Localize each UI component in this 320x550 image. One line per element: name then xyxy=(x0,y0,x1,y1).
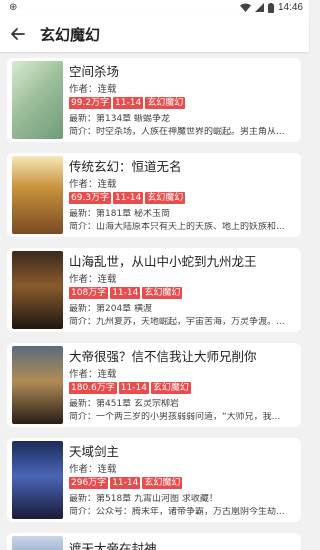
book-card[interactable]: 天域剑主 作者：连载 296万字 11-14 玄幻魔幻 最新：第518章 九霄山… xyxy=(7,438,301,522)
book-summary: 简介：时空杀场，人族在神魔世界的崛起。男主角从... xyxy=(69,127,285,137)
book-title: 传统玄幻：恒道无名 xyxy=(69,159,182,174)
book-summary: 简介：九州复苏，天地崛起，宇宙苦海，万灵争渡。... xyxy=(69,317,285,327)
genre-tag: 玄幻魔幻 xyxy=(150,382,191,394)
book-card[interactable]: 大帝很强？信不信我让大师兄削你 作者：连载 180.6万字 11-14 玄幻魔幻… xyxy=(7,343,301,427)
latest-chapter: 最新：第181章 秘术玉简 xyxy=(69,209,171,219)
clock: 14:46 xyxy=(277,2,303,13)
genre-tag: 玄幻魔幻 xyxy=(142,477,183,489)
word-count-tag: 180.6万字 xyxy=(69,382,117,394)
latest-chapter: 最新：第518章 九霄山河图 求收藏！ xyxy=(69,494,218,504)
book-author: 作者：连载 xyxy=(69,464,117,475)
back-arrow-icon[interactable] xyxy=(8,24,28,44)
book-cover xyxy=(12,61,63,139)
book-card-partial[interactable]: 遮天大帝在封神 xyxy=(7,533,301,550)
book-cover xyxy=(12,156,63,234)
book-title: 空间杀场 xyxy=(69,64,120,79)
book-author: 作者：连载 xyxy=(69,274,117,285)
date-tag: 11-14 xyxy=(113,97,144,109)
word-count-tag: 108万字 xyxy=(69,287,109,299)
notification-icon: ⊕ xyxy=(9,2,18,13)
date-tag: 11-14 xyxy=(110,287,141,299)
signal-icon xyxy=(254,3,264,12)
word-count-tag: 69.3万字 xyxy=(69,192,112,204)
status-bar: ⊕ 14:46 xyxy=(0,0,309,16)
book-author: 作者：连载 xyxy=(69,84,117,95)
book-cover xyxy=(12,536,63,550)
book-summary: 简介：一个两三岁的小男孩弱弱问道，“大师兄，我... xyxy=(69,412,281,422)
latest-chapter: 最新：第451章 玄灵宗柳岩 xyxy=(69,399,180,409)
battery-icon xyxy=(267,2,274,13)
book-summary: 简介：公众号：腾末年，诸帝争霸，万古凰阴今生劫... xyxy=(69,507,285,517)
book-cover xyxy=(12,441,63,519)
book-card[interactable]: 山海乱世，从山中小蛇到九州龙王 作者：连载 108万字 11-14 玄幻魔幻 最… xyxy=(7,248,301,332)
date-tag: 11-14 xyxy=(113,192,144,204)
book-author: 作者：连载 xyxy=(69,179,117,190)
date-tag: 11-14 xyxy=(110,477,141,489)
wifi-icon xyxy=(239,3,251,12)
genre-tag: 玄幻魔幻 xyxy=(142,287,183,299)
book-summary: 简介：山海大陆原本只有天上的天族、地上的妖族和... xyxy=(69,222,285,232)
book-title: 山海乱世，从山中小蛇到九州龙王 xyxy=(69,254,257,269)
page-title: 玄幻魔幻 xyxy=(40,26,101,44)
date-tag: 11-14 xyxy=(118,382,149,394)
genre-tag: 玄幻魔幻 xyxy=(145,192,186,204)
latest-chapter: 最新：第134章 蜥蜴争龙 xyxy=(69,114,171,124)
book-title: 遮天大帝在封神 xyxy=(69,541,157,550)
latest-chapter: 最新：第204章 横渡 xyxy=(69,304,153,314)
book-author: 作者：连载 xyxy=(69,369,117,380)
book-cover xyxy=(12,346,63,424)
book-card[interactable]: 传统玄幻：恒道无名 作者：连载 69.3万字 11-14 玄幻魔幻 最新：第18… xyxy=(7,153,301,237)
word-count-tag: 99.2万字 xyxy=(69,97,112,109)
app-bar: 玄幻魔幻 xyxy=(0,16,309,52)
book-title: 大帝很强？信不信我让大师兄削你 xyxy=(69,349,257,364)
book-title: 天域剑主 xyxy=(69,444,120,459)
word-count-tag: 296万字 xyxy=(69,477,109,489)
genre-tag: 玄幻魔幻 xyxy=(145,97,186,109)
book-card[interactable]: 空间杀场 作者：连载 99.2万字 11-14 玄幻魔幻 最新：第134章 蜥蜴… xyxy=(7,58,301,142)
book-cover xyxy=(12,251,63,329)
